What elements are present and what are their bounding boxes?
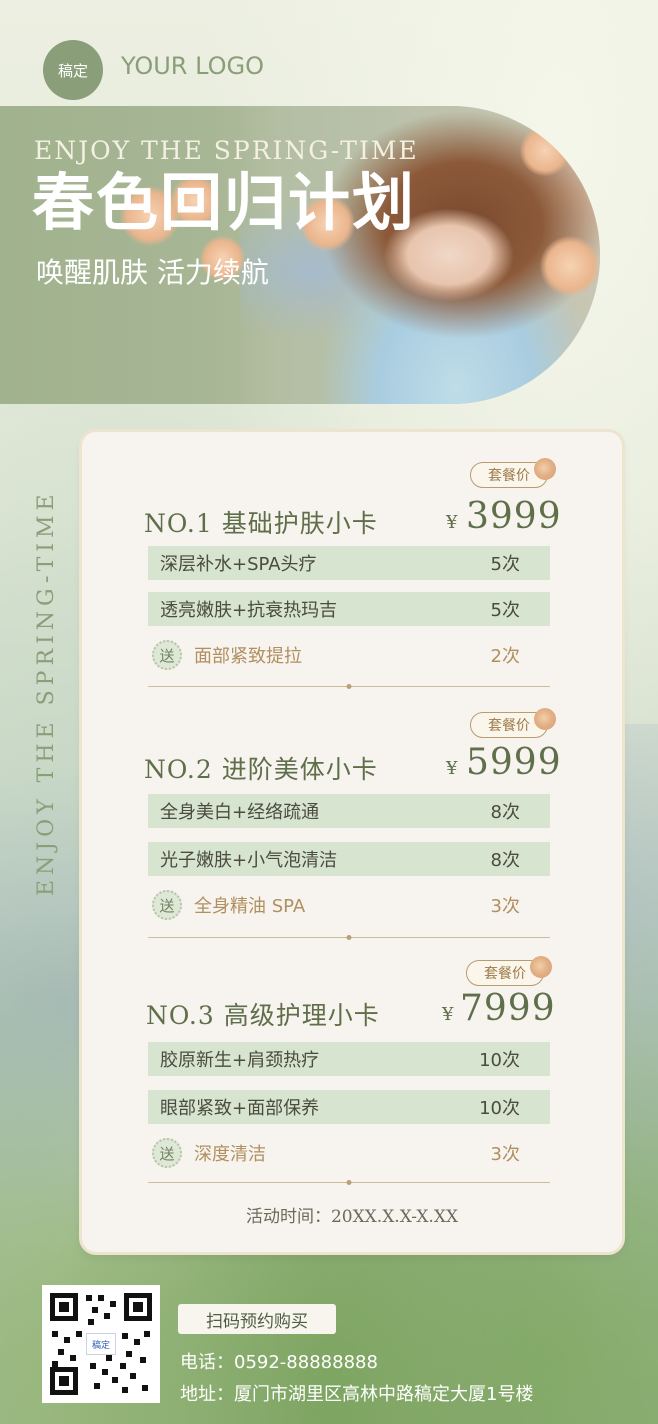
service-label: 眼部紧致+面部保养 [160, 1098, 320, 1119]
service-label: 深层补水+SPA头疗 [160, 554, 317, 575]
service-row: 透亮嫩肤+抗衰热玛吉 5次 [148, 592, 550, 626]
gift-count: 2次 [490, 646, 520, 667]
service-row: 深层补水+SPA头疗 5次 [148, 546, 550, 580]
gift-icon: 送 [152, 890, 182, 920]
scan-to-book-button[interactable]: 扫码预约购买 [178, 1304, 336, 1334]
service-label: 透亮嫩肤+抗衰热玛吉 [160, 600, 338, 621]
flower-decoration [520, 126, 570, 176]
gift-count: 3次 [490, 1144, 520, 1165]
hero-english: ENJOY THE SPRING-TIME [34, 136, 419, 165]
currency-symbol: ¥ [446, 512, 458, 533]
gift-icon: 送 [152, 640, 182, 670]
side-vertical-text: ENJOY THE SPRING-TIME [34, 489, 59, 896]
package-price: 5999 [466, 742, 562, 783]
package-price: 7999 [460, 988, 556, 1029]
service-label: 胶原新生+肩颈热疗 [160, 1050, 320, 1071]
gift-count: 3次 [490, 896, 520, 917]
logo-badge: 稿定 [43, 40, 103, 100]
package-name: NO.1 基础护肤小卡 [144, 509, 378, 538]
gift-row: 送深度清洁 3次 [152, 1136, 550, 1170]
divider [148, 937, 550, 938]
qr-finder [50, 1293, 78, 1321]
gift-row: 送全身精油 SPA 3次 [152, 888, 550, 922]
service-row: 眼部紧致+面部保养 10次 [148, 1090, 550, 1124]
package-name: NO.2 进阶美体小卡 [144, 755, 378, 784]
service-row: 光子嫩肤+小气泡清洁 8次 [148, 842, 550, 876]
service-count: 8次 [490, 850, 520, 871]
currency-symbol: ¥ [442, 1004, 454, 1025]
hero-title: 春色回归计划 [32, 166, 417, 239]
service-count: 5次 [490, 600, 520, 621]
divider [148, 1182, 550, 1183]
hero-subtitle: 唤醒肌肤 活力续航 [36, 256, 269, 289]
service-count: 10次 [479, 1098, 520, 1119]
currency-symbol: ¥ [446, 758, 458, 779]
service-count: 10次 [479, 1050, 520, 1071]
rose-icon [534, 708, 556, 730]
qr-center-logo: 稿定 [86, 1333, 116, 1355]
package-card: 套餐价 NO.1 基础护肤小卡 ¥ 3999 深层补水+SPA头疗 5次 透亮嫩… [82, 432, 622, 1252]
logo-text: YOUR LOGO [121, 52, 265, 80]
gift-label: 深度清洁 [194, 1144, 266, 1165]
activity-time: 活动时间：20XX.X.X-X.XX [245, 1207, 459, 1227]
divider [148, 686, 550, 687]
gift-label: 全身精油 SPA [194, 896, 306, 917]
qr-code[interactable]: 稿定 [42, 1285, 160, 1403]
service-label: 光子嫩肤+小气泡清洁 [160, 850, 338, 871]
service-count: 8次 [490, 802, 520, 823]
package-name: NO.3 高级护理小卡 [146, 1001, 380, 1030]
flower-decoration [540, 236, 600, 296]
service-row: 胶原新生+肩颈热疗 10次 [148, 1042, 550, 1076]
service-row: 全身美白+经络疏通 8次 [148, 794, 550, 828]
package-price: 3999 [466, 496, 562, 537]
gift-label: 面部紧致提拉 [194, 646, 302, 667]
contact-address: 地址：厦门市湖里区高林中路稿定大厦1号楼 [180, 1384, 534, 1405]
gift-icon: 送 [152, 1138, 182, 1168]
contact-phone: 电话：0592-88888888 [180, 1352, 378, 1373]
hero-banner: ENJOY THE SPRING-TIME 春色回归计划 唤醒肌肤 活力续航 [0, 106, 600, 404]
service-count: 5次 [490, 554, 520, 575]
gift-row: 送面部紧致提拉 2次 [152, 638, 550, 672]
rose-icon [534, 458, 556, 480]
rose-icon [530, 956, 552, 978]
service-label: 全身美白+经络疏通 [160, 802, 320, 823]
qr-finder [124, 1293, 152, 1321]
qr-finder [50, 1367, 78, 1395]
